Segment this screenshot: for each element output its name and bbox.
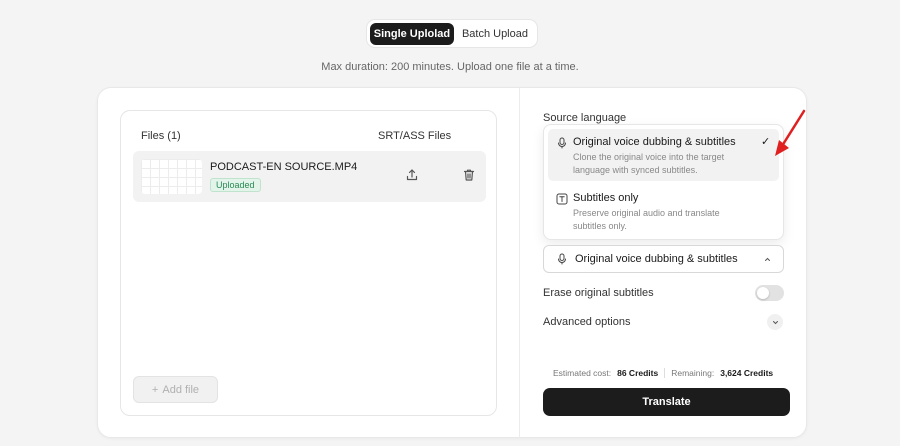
text-box-icon xyxy=(556,193,568,205)
files-panel: Files (1) SRT/ASS Files PODCAST-EN SOURC… xyxy=(120,110,497,416)
upload-srt-icon[interactable] xyxy=(405,168,419,182)
single-upload-tab[interactable]: Single Uplolad xyxy=(370,22,454,45)
upload-limit-text: Max duration: 200 minutes. Upload one fi… xyxy=(321,61,579,73)
chevron-up-icon xyxy=(765,257,770,261)
srt-files-header: SRT/ASS Files xyxy=(378,130,452,142)
estimated-cost-value: 86 Credits xyxy=(617,368,659,378)
source-language-label: Source language xyxy=(543,112,627,124)
option-title: Original voice dubbing & subtitles xyxy=(573,136,736,148)
option-voice-dubbing[interactable]: Original voice dubbing & subtitles Clone… xyxy=(548,129,779,181)
option-description: Clone the original voice into the target… xyxy=(573,152,725,175)
add-file-label: Add file xyxy=(162,383,200,396)
toggle-knob xyxy=(757,287,769,299)
microphone-icon xyxy=(558,253,566,265)
remaining-credits-label: Remaining: xyxy=(671,368,715,378)
add-file-button[interactable]: + Add file xyxy=(133,376,218,403)
batch-upload-tab[interactable]: Batch Upload xyxy=(456,23,534,45)
settings-column: Source language Original voice dubbing &… xyxy=(542,88,790,439)
advanced-options-label: Advanced options xyxy=(543,316,631,328)
file-row: PODCAST-EN SOURCE.MP4 Uploaded xyxy=(133,151,486,202)
file-thumbnail xyxy=(141,159,202,194)
option-description: Preserve original audio and translate su… xyxy=(573,208,720,231)
erase-subtitles-label: Erase original subtitles xyxy=(543,287,654,299)
microphone-icon xyxy=(558,137,566,149)
option-subtitles-only[interactable]: Subtitles only Preserve original audio a… xyxy=(548,185,779,237)
check-icon: ✓ xyxy=(761,136,771,148)
cost-summary: Estimated cost: 86 Credits Remaining: 3,… xyxy=(553,368,773,378)
status-badge: Uploaded xyxy=(210,178,261,192)
main-card: Files (1) SRT/ASS Files PODCAST-EN SOURC… xyxy=(97,87,807,439)
column-divider xyxy=(519,88,520,439)
option-title: Subtitles only xyxy=(573,192,639,204)
remaining-credits-value: 3,624 Credits xyxy=(720,368,774,378)
advanced-options-expander[interactable] xyxy=(767,314,783,330)
estimated-cost-label: Estimated cost: xyxy=(553,368,612,378)
file-name: PODCAST-EN SOURCE.MP4 xyxy=(210,161,358,173)
erase-subtitles-toggle[interactable] xyxy=(755,285,784,301)
plus-icon: + xyxy=(151,383,159,396)
mode-select[interactable]: Original voice dubbing & subtitles xyxy=(543,245,784,273)
translate-button[interactable]: Translate xyxy=(543,388,790,416)
mode-dropdown-menu: Original voice dubbing & subtitles Clone… xyxy=(543,124,784,240)
trash-icon[interactable] xyxy=(462,168,476,182)
chevron-down-icon xyxy=(772,320,778,324)
selected-mode-value: Original voice dubbing & subtitles xyxy=(575,253,738,265)
upload-mode-toggle: Single Uplolad Batch Upload xyxy=(366,19,538,48)
annotation-arrow-icon xyxy=(775,109,806,156)
files-header: Files (1) xyxy=(141,130,181,142)
cost-divider xyxy=(664,368,666,378)
